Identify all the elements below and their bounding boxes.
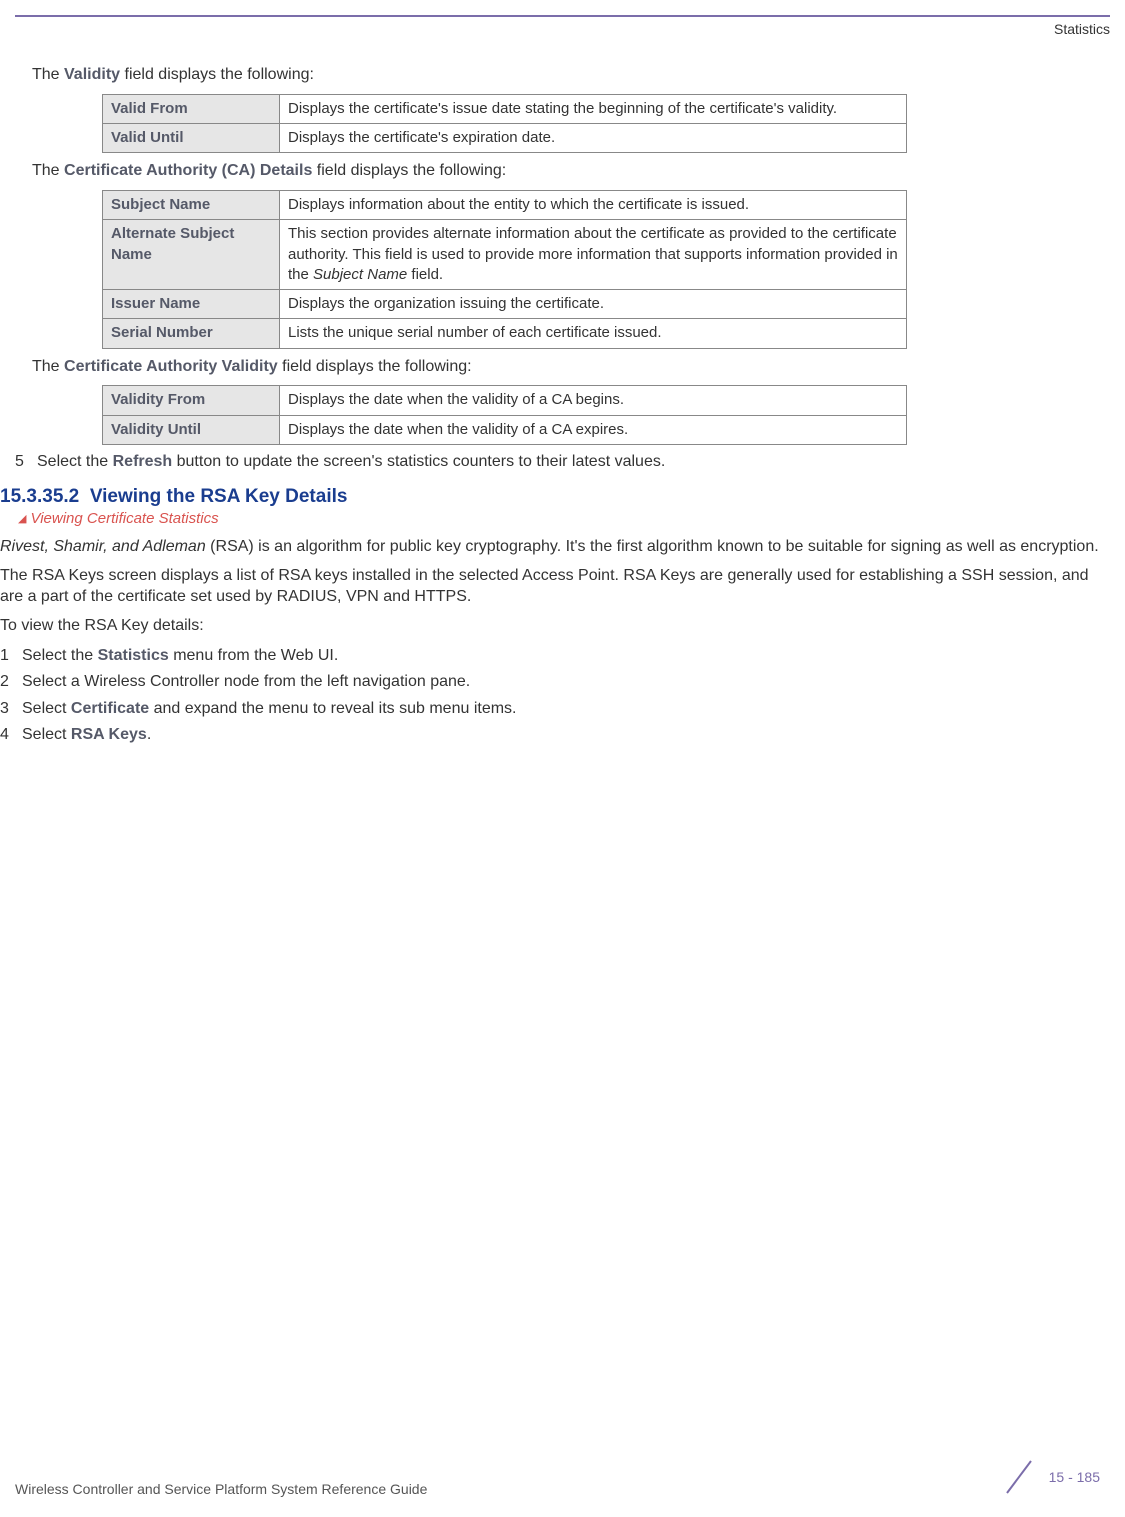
text: The [32, 66, 64, 83]
text: Select [22, 726, 71, 743]
step-4: 4 Select RSA Keys. [0, 724, 1110, 746]
field-desc: Displays the certificate's expiration da… [280, 124, 907, 153]
header-section: Statistics [0, 17, 1125, 57]
text: The [32, 358, 64, 375]
field-label: Serial Number [103, 319, 280, 348]
step-5: 5 Select the Refresh button to update th… [15, 451, 1110, 473]
section-title: Viewing the RSA Key Details [90, 486, 348, 507]
breadcrumb-link[interactable]: ◢ Viewing Certificate Statistics [18, 510, 1110, 527]
field-desc: Displays the date when the validity of a… [280, 415, 907, 444]
table-row: Subject Name Displays information about … [103, 191, 907, 220]
table-row: Valid From Displays the certificate's is… [103, 94, 907, 123]
step-text: Select RSA Keys. [22, 724, 151, 746]
text: button to update the screen's statistics… [172, 453, 665, 470]
bold-term: Certificate [71, 700, 149, 717]
bold-term: Refresh [113, 453, 173, 470]
breadcrumb-text: Viewing Certificate Statistics [30, 510, 218, 527]
validity-table: Valid From Displays the certificate's is… [102, 94, 907, 154]
table-row: Issuer Name Displays the organization is… [103, 290, 907, 319]
field-label: Subject Name [103, 191, 280, 220]
step-text: Select the Refresh button to update the … [37, 451, 665, 473]
step-1: 1 Select the Statistics menu from the We… [0, 645, 1110, 667]
text: . [147, 726, 151, 743]
text: (RSA) is an algorithm for public key cry… [206, 538, 1099, 555]
text: and expand the menu to reveal its sub me… [149, 700, 516, 717]
field-desc: Lists the unique serial number of each c… [280, 319, 907, 348]
footer-slash-icon [999, 1457, 1039, 1497]
text: Select the [22, 647, 98, 664]
field-label: Validity From [103, 386, 280, 415]
field-desc: Displays the date when the validity of a… [280, 386, 907, 415]
text: field displays the following: [120, 66, 314, 83]
step-text: Select the Statistics menu from the Web … [22, 645, 338, 667]
page-footer: Wireless Controller and Service Platform… [0, 1457, 1125, 1497]
bold-term: Validity [64, 66, 120, 83]
field-label: Valid From [103, 94, 280, 123]
text: field displays the following: [278, 358, 472, 375]
rsa-para-3: To view the RSA Key details: [0, 616, 1110, 637]
section-number: 15.3.35.2 [0, 486, 79, 507]
step-text: Select a Wireless Controller node from t… [22, 671, 470, 693]
rsa-para-2: The RSA Keys screen displays a list of R… [0, 566, 1110, 608]
field-desc: Displays the organization issuing the ce… [280, 290, 907, 319]
bold-term: RSA Keys [71, 726, 147, 743]
text: Select [22, 700, 71, 717]
step-3: 3 Select Certificate and expand the menu… [0, 698, 1110, 720]
table-row: Valid Until Displays the certificate's e… [103, 124, 907, 153]
text: field. [407, 266, 443, 283]
step-number: 3 [0, 700, 22, 718]
validity-intro: The Validity field displays the followin… [32, 65, 1110, 86]
step-2: 2 Select a Wireless Controller node from… [0, 671, 1110, 693]
ca-validity-table: Validity From Displays the date when the… [102, 385, 907, 445]
field-desc: Displays information about the entity to… [280, 191, 907, 220]
field-label: Valid Until [103, 124, 280, 153]
table-row: Validity Until Displays the date when th… [103, 415, 907, 444]
text: The [32, 162, 64, 179]
bold-term: Certificate Authority (CA) Details [64, 162, 312, 179]
bold-term: Certificate Authority Validity [64, 358, 278, 375]
field-label: Validity Until [103, 415, 280, 444]
field-label: Alternate Subject Name [103, 220, 280, 290]
footer-guide-title: Wireless Controller and Service Platform… [15, 1481, 427, 1497]
table-row: Serial Number Lists the unique serial nu… [103, 319, 907, 348]
page-number: 15 - 185 [1049, 1469, 1100, 1485]
section-heading: 15.3.35.2 Viewing the RSA Key Details [0, 486, 1110, 508]
step-number: 4 [0, 726, 22, 744]
step-number: 2 [0, 673, 22, 691]
text: menu from the Web UI. [169, 647, 339, 664]
step-number: 1 [0, 647, 22, 665]
bold-term: Statistics [98, 647, 169, 664]
step-text: Select Certificate and expand the menu t… [22, 698, 517, 720]
text: Select the [37, 453, 113, 470]
table-row: Validity From Displays the date when the… [103, 386, 907, 415]
table-row: Alternate Subject Name This section prov… [103, 220, 907, 290]
step-number: 5 [15, 453, 37, 471]
field-desc: Displays the certificate's issue date st… [280, 94, 907, 123]
arrow-icon: ◢ [18, 512, 26, 525]
italic-term: Subject Name [313, 266, 407, 283]
ca-details-intro: The Certificate Authority (CA) Details f… [32, 161, 1110, 182]
field-label: Issuer Name [103, 290, 280, 319]
field-desc: This section provides alternate informat… [280, 220, 907, 290]
text: field displays the following: [312, 162, 506, 179]
ca-details-table: Subject Name Displays information about … [102, 190, 907, 349]
rsa-para-1: Rivest, Shamir, and Adleman (RSA) is an … [0, 537, 1110, 558]
ca-validity-intro: The Certificate Authority Validity field… [32, 357, 1110, 378]
italic-term: Rivest, Shamir, and Adleman [0, 538, 206, 555]
